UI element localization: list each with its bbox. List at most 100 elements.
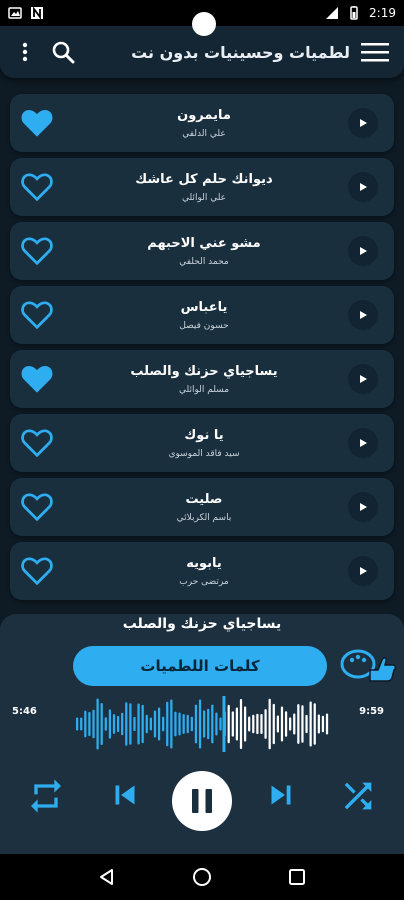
hamburger-button[interactable]: [360, 37, 390, 67]
previous-button[interactable]: [106, 776, 144, 814]
camera-cutout: [192, 12, 216, 36]
waveform-bar: [203, 710, 206, 738]
shuffle-button[interactable]: [338, 776, 378, 816]
waveform-bar: [252, 714, 255, 734]
waveform-bar: [289, 717, 292, 731]
heart-outline-icon: [21, 429, 53, 458]
list-item[interactable]: يابويه مرتضى حرب: [10, 542, 394, 600]
song-title: ديوانك حلم كل عاشك: [135, 171, 273, 187]
total-duration: 9:59: [359, 706, 384, 717]
waveform-bar: [280, 706, 284, 742]
song-info: مشو عني الاحبهم محمد الحلفي: [60, 236, 348, 267]
waveform-bar: [112, 714, 116, 734]
play-button[interactable]: [348, 172, 378, 202]
list-item[interactable]: ديوانك حلم كل عاشك علي الوائلي: [10, 158, 394, 216]
waveform-seekbar[interactable]: [76, 696, 330, 752]
seek-marker[interactable]: [222, 696, 226, 752]
status-right: 2:19: [325, 6, 396, 20]
favorite-button[interactable]: [14, 548, 60, 594]
favorite-button[interactable]: [14, 356, 60, 402]
waveform-bar: [227, 704, 230, 744]
play-button[interactable]: [348, 492, 378, 522]
waveform-bar: [309, 701, 312, 747]
play-button[interactable]: [348, 428, 378, 458]
n-icon: [31, 6, 43, 20]
rate-app-icon[interactable]: [338, 642, 398, 686]
list-item[interactable]: مشو عني الاحبهم محمد الحلفي: [10, 222, 394, 280]
play-button[interactable]: [348, 300, 378, 330]
pause-button[interactable]: [172, 771, 232, 831]
waveform-bar: [317, 714, 320, 734]
song-artist: علي الدلفي: [182, 128, 226, 139]
waveform-bar: [149, 717, 152, 731]
song-title: ياعباس: [180, 299, 228, 315]
more-vert-button[interactable]: [10, 37, 40, 67]
play-icon: [360, 439, 367, 447]
favorite-button[interactable]: [14, 164, 60, 210]
favorite-button[interactable]: [14, 292, 60, 338]
waveform-bar: [264, 709, 267, 739]
waveform-bar: [313, 703, 316, 745]
waveform-bar: [207, 708, 210, 740]
favorite-button[interactable]: [14, 484, 60, 530]
repeat-button[interactable]: [26, 776, 66, 816]
waveform-bar: [260, 713, 263, 735]
waveform-bar: [297, 704, 300, 744]
waveform-bar: [239, 698, 243, 750]
waveform-bar: [121, 712, 124, 736]
waveform-bar: [174, 711, 177, 737]
list-item[interactable]: مايمرون علي الدلفي: [10, 94, 394, 152]
home-icon[interactable]: [192, 867, 212, 887]
song-info: ديوانك حلم كل عاشك علي الوائلي: [60, 172, 348, 203]
song-title: صليت: [185, 491, 223, 507]
song-artist: سيد فاقد الموسوي: [168, 448, 240, 459]
next-button[interactable]: [262, 776, 300, 814]
play-icon: [360, 247, 367, 255]
list-item[interactable]: يا نوك سيد فاقد الموسوي: [10, 414, 394, 472]
battery-icon: [350, 6, 358, 20]
system-nav-bar: [0, 854, 404, 900]
waveform-bar: [301, 705, 304, 743]
waveform-bar: [116, 716, 120, 732]
lyrics-button[interactable]: كلمات اللطميات: [73, 646, 327, 686]
song-artist: مسلم الوائلي: [178, 384, 230, 395]
play-button[interactable]: [348, 108, 378, 138]
now-playing-title: يساجياي حزنك والصلب: [122, 616, 282, 632]
list-item[interactable]: صليت باسم الكربلائي: [10, 478, 394, 536]
search-icon: [52, 41, 75, 64]
song-info: ياعباس حسون فيصل: [60, 300, 348, 331]
waveform-bar: [137, 703, 140, 745]
app-title: لطميات وحسينيات بدون نت: [131, 42, 350, 62]
waveform-bar: [178, 712, 181, 736]
heart-filled-icon: [21, 109, 53, 137]
song-artist: باسم الكربلائي: [176, 512, 232, 523]
waveform-bar: [88, 711, 91, 737]
back-icon[interactable]: [97, 867, 117, 887]
list-item[interactable]: ياعباس حسون فيصل: [10, 286, 394, 344]
waveform-bar: [186, 714, 189, 734]
list-item[interactable]: يساجياي حزنك والصلب مسلم الوائلي: [10, 350, 394, 408]
favorite-button[interactable]: [14, 100, 60, 146]
favorite-button[interactable]: [14, 420, 60, 466]
player-panel: يساجياي حزنك والصلب كلمات اللطميات 5:46 …: [0, 614, 404, 854]
waveform-bar: [198, 699, 202, 749]
favorite-button[interactable]: [14, 228, 60, 274]
waveform-bar: [133, 716, 136, 732]
skip-next-icon: [271, 785, 291, 805]
play-icon: [360, 183, 367, 191]
heart-outline-icon: [21, 493, 53, 522]
song-info: يا نوك سيد فاقد الموسوي: [60, 428, 348, 459]
waveform-bar: [293, 713, 296, 735]
search-button[interactable]: [48, 37, 78, 67]
waveform-bar: [182, 714, 185, 734]
shuffle-icon: [344, 782, 372, 810]
waveform-bar: [157, 707, 161, 741]
waveform-bar: [325, 713, 329, 735]
play-button[interactable]: [348, 364, 378, 394]
play-button[interactable]: [348, 556, 378, 586]
waveform-bar: [100, 703, 103, 745]
play-button[interactable]: [348, 236, 378, 266]
recents-icon[interactable]: [287, 867, 307, 887]
waveform-bar: [153, 710, 157, 738]
waveform-bar: [256, 713, 259, 735]
